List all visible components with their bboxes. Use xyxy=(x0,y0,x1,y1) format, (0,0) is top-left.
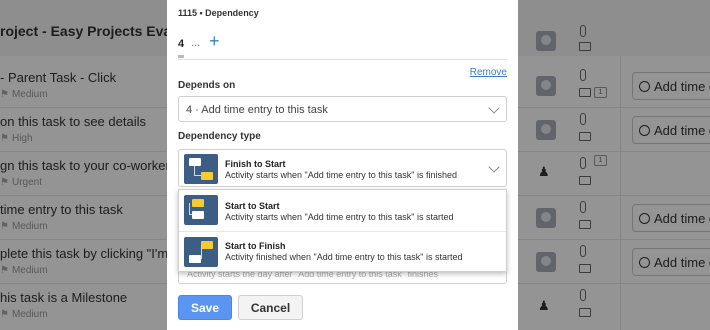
chevron-down-icon xyxy=(488,161,500,173)
selected-type-description: Activity starts when "Add time entry to … xyxy=(225,170,457,180)
dependency-type-label: Dependency type xyxy=(178,131,261,142)
selected-type-title: Finish to Start xyxy=(225,159,286,169)
active-tab-indicator xyxy=(178,55,184,58)
divider xyxy=(178,59,508,60)
cancel-button[interactable]: Cancel xyxy=(238,295,303,320)
add-dependency-button[interactable]: + xyxy=(209,31,220,51)
depends-on-value: 4 · Add time entry to this task xyxy=(186,104,328,116)
start-to-start-icon xyxy=(184,195,218,225)
option-start-to-finish[interactable]: Start to Finish Activity finished when "… xyxy=(179,231,506,272)
depends-on-label: Depends on xyxy=(178,80,236,91)
more-tabs-ellipsis[interactable]: ... xyxy=(191,37,200,49)
option-title: Start to Start xyxy=(225,201,280,211)
start-to-finish-icon xyxy=(184,237,218,267)
dialog-title: 1115 • Dependency xyxy=(178,8,259,18)
save-button[interactable]: Save xyxy=(178,295,232,320)
dependency-type-select[interactable]: Finish to Start Activity starts when "Ad… xyxy=(178,149,507,187)
option-description: Activity starts when "Add time entry to … xyxy=(225,212,454,222)
option-description: Activity finished when "Add time entry t… xyxy=(225,252,463,262)
remove-link[interactable]: Remove xyxy=(470,67,507,78)
depends-on-select[interactable]: 4 · Add time entry to this task xyxy=(178,96,507,122)
dependency-dialog: 1115 • Dependency 4 ... + Remove Depends… xyxy=(167,0,518,330)
finish-to-start-icon xyxy=(184,154,218,184)
dependency-type-dropdown: Start to Start Activity starts when "Add… xyxy=(178,189,507,272)
chevron-down-icon xyxy=(488,102,500,114)
option-title: Start to Finish xyxy=(225,241,286,251)
option-start-to-start[interactable]: Start to Start Activity starts when "Add… xyxy=(179,190,506,231)
dependency-tab-4[interactable]: 4 xyxy=(178,38,184,50)
